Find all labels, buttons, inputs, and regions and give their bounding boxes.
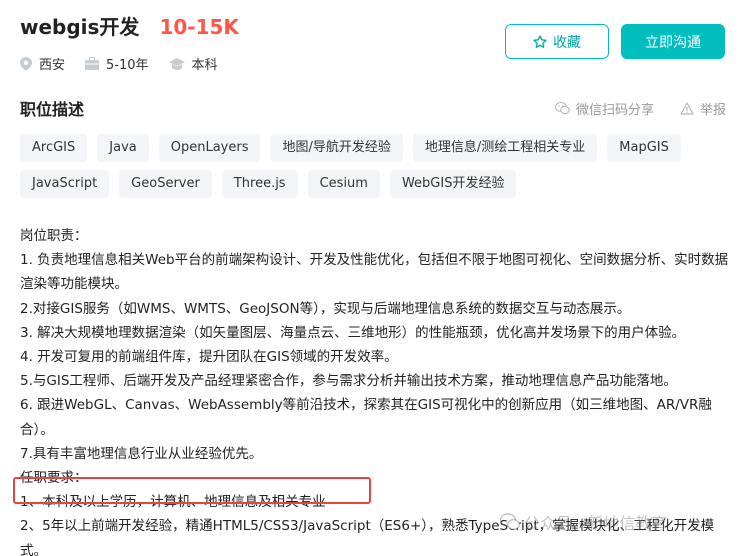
description-line: 4. 开发可复用的前端组件库，提升团队在GIS领域的开发效率。 xyxy=(20,349,398,366)
graduation-cap-icon xyxy=(168,57,185,70)
briefcase-icon xyxy=(85,57,100,70)
salary: 10-15K xyxy=(159,15,239,39)
tag-row-2: JavaScript GeoServer Three.js Cesium Web… xyxy=(20,170,720,198)
skill-tag: 地图/导航开发经验 xyxy=(270,134,403,162)
wechat-icon xyxy=(554,102,570,115)
chat-now-button[interactable]: 立即沟通 xyxy=(621,24,725,59)
job-description: 岗位职责： 1. 负责地理信息相关Web平台的前端架构设计、开发及性能优化，包括… xyxy=(20,224,732,556)
report-label: 举报 xyxy=(699,103,726,118)
experience-text: 5-10年 xyxy=(106,58,149,73)
tag-row-1: ArcGIS Java OpenLayers 地图/导航开发经验 地理信息/测绘… xyxy=(20,134,720,162)
chat-label: 立即沟通 xyxy=(645,34,701,51)
description-line: 2.对接GIS服务（如WMS、WMTS、GeoJSON等），实现与后端地理信息系… xyxy=(20,300,631,317)
description-line: 7.具有丰富地理信息行业从业经验优先。 xyxy=(20,445,263,462)
wechat-share-link[interactable]: 微信扫码分享 xyxy=(554,99,654,118)
description-line: 3. 解决大规模地理数据渲染（如矢量图层、海量点云、三维地形）的性能瓶颈，优化高… xyxy=(20,324,686,341)
job-header: webgis开发 10-15K 西安 5-10年 本科 收藏 立即沟通 xyxy=(20,8,734,78)
location-text: 西安 xyxy=(39,58,66,73)
collect-button[interactable]: 收藏 xyxy=(505,24,609,59)
section-actions: 微信扫码分享 举报 xyxy=(529,99,726,118)
meta-degree: 本科 xyxy=(168,54,218,73)
watermark: 公众号 · 新地信教育 xyxy=(500,510,667,534)
skill-tag: 地理信息/测绘工程相关专业 xyxy=(412,134,598,162)
job-title: webgis开发 xyxy=(20,15,140,39)
watermark-text: 公众号 · 新地信教育 xyxy=(524,514,668,533)
meta-experience: 5-10年 xyxy=(85,54,149,73)
star-icon xyxy=(533,34,547,48)
skill-tags: ArcGIS Java OpenLayers 地图/导航开发经验 地理信息/测绘… xyxy=(20,134,720,206)
collect-label: 收藏 xyxy=(553,34,581,51)
title-row: webgis开发 10-15K xyxy=(20,11,239,40)
skill-tag: ArcGIS xyxy=(20,134,88,162)
skill-tag: Java xyxy=(97,134,149,162)
job-meta: 西安 5-10年 本科 xyxy=(20,54,238,73)
section-title: 职位描述 xyxy=(20,100,85,119)
degree-text: 本科 xyxy=(191,58,218,73)
skill-tag: OpenLayers xyxy=(158,134,261,162)
skill-tag: MapGIS xyxy=(607,134,681,162)
skill-tag: Three.js xyxy=(221,170,298,198)
description-line: 6. 跟进WebGL、Canvas、WebAssembly等前沿技术，探索其在G… xyxy=(20,397,712,438)
description-line: 任职要求： xyxy=(20,470,88,487)
wechat-watermark-icon xyxy=(500,513,520,530)
skill-tag: GeoServer xyxy=(119,170,212,198)
report-link[interactable]: 举报 xyxy=(680,99,726,118)
description-line: 岗位职责： xyxy=(20,228,88,244)
skill-tag: Cesium xyxy=(307,170,380,198)
skill-tag: JavaScript xyxy=(20,170,110,198)
description-line: 1. 负责地理信息相关Web平台的前端架构设计、开发及性能优化，包括但不限于地图… xyxy=(20,252,729,293)
warning-icon xyxy=(680,102,694,115)
meta-location: 西安 xyxy=(20,54,65,73)
location-pin-icon xyxy=(20,56,32,71)
share-label: 微信扫码分享 xyxy=(575,103,654,118)
skill-tag: WebGIS开发经验 xyxy=(389,170,517,198)
section-header: 职位描述 微信扫码分享 举报 xyxy=(20,96,726,120)
description-line: 5.与GIS工程师、后端开发及产品经理紧密合作，参与需求分析并输出技术方案，推动… xyxy=(20,373,677,390)
